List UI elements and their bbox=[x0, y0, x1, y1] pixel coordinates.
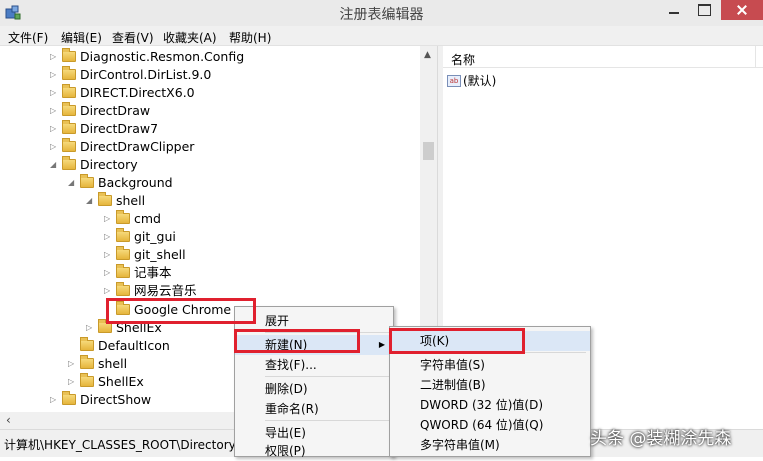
submenu-item-string[interactable]: 字符串值(S) bbox=[390, 355, 590, 375]
collapse-icon[interactable]: ◢ bbox=[68, 174, 80, 192]
highlight-box-new-key bbox=[106, 298, 256, 324]
maximize-button[interactable] bbox=[690, 0, 718, 20]
folder-icon bbox=[80, 337, 94, 351]
menu-edit[interactable]: 编辑(E) bbox=[61, 29, 102, 46]
folder-icon bbox=[62, 84, 76, 98]
submenu-item-multistring[interactable]: 多字符串值(M) bbox=[390, 435, 590, 455]
column-separator[interactable] bbox=[755, 46, 756, 68]
folder-icon bbox=[62, 156, 76, 170]
folder-icon bbox=[116, 228, 130, 242]
window-title: 注册表编辑器 bbox=[339, 7, 424, 23]
value-name: (默认) bbox=[463, 74, 497, 88]
folder-icon bbox=[98, 192, 112, 206]
tree-item[interactable]: ◢ Background bbox=[68, 174, 173, 192]
menu-item-expand[interactable]: 展开 bbox=[235, 311, 393, 331]
folder-icon bbox=[80, 174, 94, 188]
tree-item[interactable]: ▷ DirControl.DirList.9.0 bbox=[50, 66, 211, 84]
tree-item[interactable]: ▷ cmd bbox=[104, 210, 161, 228]
expand-icon[interactable]: ▷ bbox=[68, 373, 80, 391]
minimize-button[interactable] bbox=[660, 0, 688, 20]
folder-icon bbox=[116, 264, 130, 278]
tree-item[interactable]: ▷ DIRECT.DirectX6.0 bbox=[50, 84, 195, 102]
scroll-left-icon[interactable]: ‹ bbox=[6, 413, 11, 427]
expand-icon[interactable]: ▷ bbox=[50, 84, 62, 102]
tree-item[interactable]: ▷ DirectDraw7 bbox=[50, 120, 158, 138]
submenu-item-binary[interactable]: 二进制值(B) bbox=[390, 375, 590, 395]
folder-icon bbox=[62, 102, 76, 116]
highlight-box-key-item bbox=[389, 328, 525, 354]
submenu-item-qword[interactable]: QWORD (64 位)值(Q) bbox=[390, 415, 590, 435]
column-name-header[interactable]: 名称 bbox=[451, 51, 475, 68]
folder-icon bbox=[62, 66, 76, 80]
collapse-icon[interactable]: ◢ bbox=[50, 156, 62, 174]
menu-help[interactable]: 帮助(H) bbox=[229, 29, 271, 46]
highlight-box-new-menu bbox=[234, 329, 360, 353]
tree-item[interactable]: ▷ DirectDraw bbox=[50, 102, 150, 120]
status-path: 计算机\HKEY_CLASSES_ROOT\Directory bbox=[4, 438, 236, 452]
folder-icon bbox=[62, 120, 76, 134]
folder-icon bbox=[62, 391, 76, 405]
folder-icon bbox=[116, 282, 130, 296]
tree-item[interactable]: ◢ Directory bbox=[50, 156, 138, 174]
tree-item[interactable]: ▷ DirectDrawClipper bbox=[50, 138, 194, 156]
expand-icon[interactable]: ▷ bbox=[104, 228, 116, 246]
folder-icon bbox=[80, 355, 94, 369]
title-bar: 注册表编辑器 bbox=[0, 0, 763, 26]
tree-item[interactable]: ◢ shell bbox=[86, 192, 145, 210]
menu-item-permissions[interactable]: 权限(P) bbox=[235, 441, 393, 461]
expand-icon[interactable]: ▷ bbox=[50, 48, 62, 66]
tree-item[interactable]: ▷ shell bbox=[68, 355, 127, 373]
expand-icon[interactable]: ▷ bbox=[50, 66, 62, 84]
column-header: 名称 bbox=[443, 46, 763, 68]
expand-icon[interactable]: ▷ bbox=[104, 264, 116, 282]
expand-icon[interactable]: ▷ bbox=[104, 246, 116, 264]
expand-icon[interactable]: ▷ bbox=[50, 138, 62, 156]
menu-favorites[interactable]: 收藏夹(A) bbox=[163, 29, 217, 46]
menu-separator bbox=[265, 420, 389, 421]
string-value-icon: ab bbox=[447, 75, 461, 87]
tree-item[interactable]: ▷ ShellEx bbox=[68, 373, 144, 391]
menu-item-rename[interactable]: 重命名(R) bbox=[235, 399, 393, 419]
tree-item[interactable]: ▷ 记事本 bbox=[104, 264, 172, 282]
expand-icon[interactable]: ▷ bbox=[50, 391, 62, 409]
folder-icon bbox=[62, 138, 76, 152]
menu-item-delete[interactable]: 删除(D) bbox=[235, 379, 393, 399]
tree-item[interactable]: ▷ git_shell bbox=[104, 246, 186, 264]
value-row-default[interactable]: ab (默认) bbox=[447, 72, 496, 90]
folder-icon bbox=[116, 246, 130, 260]
expand-icon[interactable]: ▷ bbox=[86, 319, 98, 337]
expand-icon[interactable]: ▷ bbox=[104, 210, 116, 228]
watermark: 头条 @装糊涂先森 bbox=[590, 429, 732, 449]
tree-item[interactable]: ▷ Diagnostic.Resmon.Config bbox=[50, 48, 244, 66]
tree-item[interactable]: ▷ git_gui bbox=[104, 228, 176, 246]
tree-item[interactable]: DefaultIcon bbox=[68, 337, 170, 355]
menu-item-find[interactable]: 查找(F)... bbox=[235, 355, 393, 375]
menu-view[interactable]: 查看(V) bbox=[112, 29, 154, 46]
menu-item-export[interactable]: 导出(E) bbox=[235, 423, 393, 443]
submenu-arrow-icon: ▶ bbox=[378, 340, 385, 349]
collapse-icon[interactable]: ◢ bbox=[86, 192, 98, 210]
folder-icon bbox=[62, 48, 76, 62]
menu-file[interactable]: 文件(F) bbox=[8, 29, 48, 46]
tree-item[interactable]: ▷ DirectShow bbox=[50, 391, 151, 409]
menu-bar: 文件(F) 编辑(E) 查看(V) 收藏夹(A) 帮助(H) bbox=[0, 26, 763, 46]
folder-icon bbox=[116, 210, 130, 224]
scroll-up-icon[interactable]: ▲ bbox=[424, 50, 431, 60]
submenu-item-dword[interactable]: DWORD (32 位)值(D) bbox=[390, 395, 590, 415]
expand-icon[interactable]: ▷ bbox=[50, 120, 62, 138]
expand-icon[interactable]: ▷ bbox=[68, 355, 80, 373]
expand-icon[interactable]: ▷ bbox=[50, 102, 62, 120]
folder-icon bbox=[80, 373, 94, 387]
menu-separator bbox=[265, 376, 389, 377]
scroll-thumb[interactable] bbox=[423, 142, 434, 160]
close-button[interactable] bbox=[721, 0, 763, 20]
